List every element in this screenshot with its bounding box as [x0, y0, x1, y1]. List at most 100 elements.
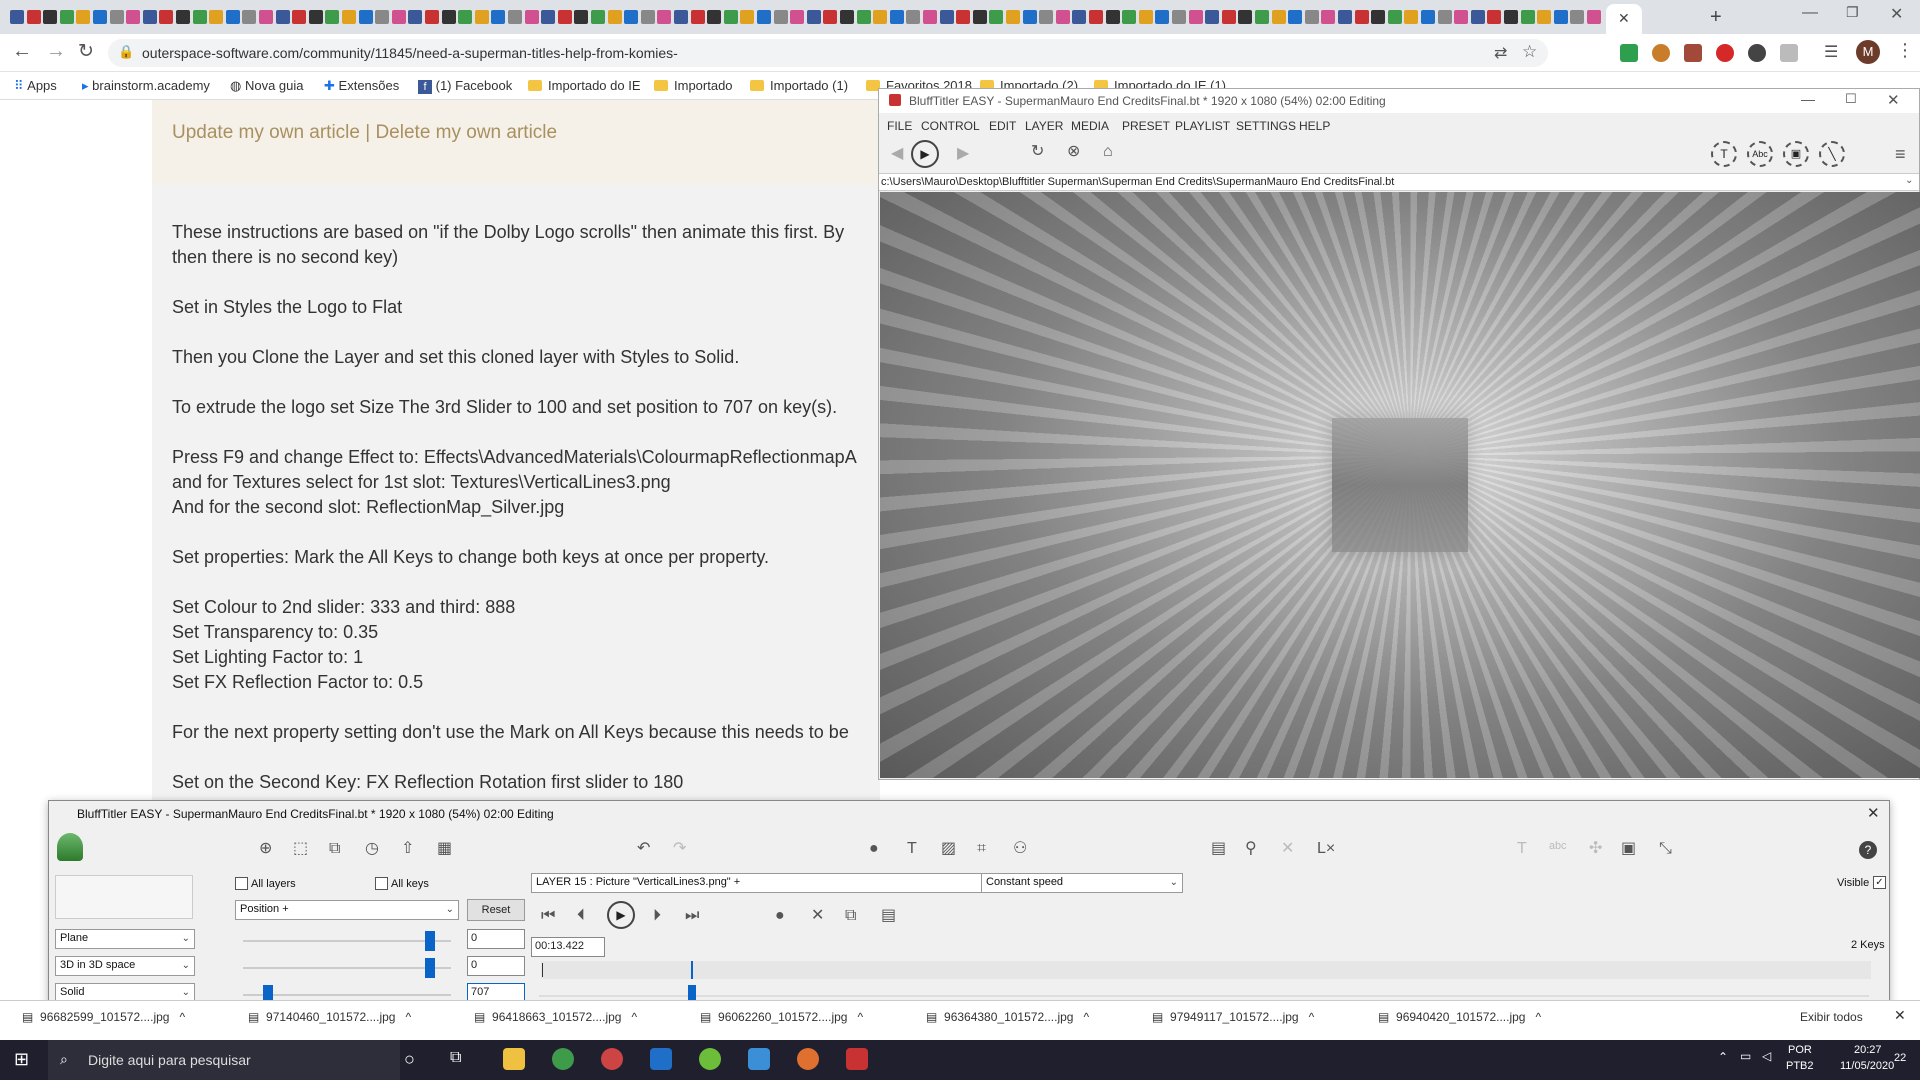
task-view-icon[interactable]: ⧉ — [450, 1049, 461, 1067]
path-icon[interactable]: ⌗ — [977, 841, 986, 857]
chevron-up-icon[interactable]: ^ — [1309, 1010, 1315, 1024]
document-icon[interactable]: ▤ — [1211, 841, 1226, 857]
tab-favicon-icon[interactable] — [1338, 10, 1352, 24]
tab-favicon-icon[interactable] — [1437, 10, 1452, 24]
download-item[interactable]: ▤ 96682599_101572....jpg ^ — [22, 1010, 185, 1024]
preview-canvas[interactable] — [880, 192, 1920, 778]
extension-icon[interactable] — [1652, 44, 1670, 62]
tab-favicon-icon[interactable] — [607, 10, 622, 24]
tab-favicon-icon[interactable] — [26, 10, 41, 24]
bookmark-folder[interactable]: Importado do IE — [528, 78, 641, 93]
tab-favicon-icon[interactable] — [1205, 10, 1220, 24]
photos-icon[interactable] — [748, 1048, 770, 1070]
text-style-icon[interactable]: T — [1517, 841, 1527, 857]
skip-start-icon[interactable]: ⏮ — [541, 908, 555, 924]
extension-icon[interactable] — [1780, 44, 1798, 62]
tab-favicon-icon[interactable] — [823, 10, 838, 24]
tab-favicon-icon[interactable] — [1454, 10, 1469, 24]
maximize-icon[interactable]: ☐ — [1845, 91, 1857, 107]
tab-favicon-icon[interactable] — [674, 10, 688, 24]
download-item[interactable]: ▤ 96364380_101572....jpg ^ — [926, 1010, 1089, 1024]
tab-favicon-icon[interactable] — [508, 10, 522, 24]
extension-icon[interactable] — [1748, 44, 1766, 62]
tab-favicon-icon[interactable] — [358, 10, 373, 24]
effect-tool-icon[interactable]: ╲ — [1819, 141, 1845, 167]
close-icon[interactable]: ✕ — [1887, 91, 1900, 109]
play-icon[interactable]: ▶ — [911, 140, 939, 168]
tab-favicon-icon[interactable] — [1371, 10, 1386, 24]
tab-favicon-icon[interactable] — [1553, 10, 1568, 24]
bookmark-brainstorm[interactable]: ▸ brainstorm.academy — [82, 78, 210, 94]
back-icon[interactable]: ← — [12, 40, 32, 63]
bookmark-star-icon[interactable]: ☆ — [1522, 42, 1537, 62]
tab-favicon-icon[interactable] — [1221, 10, 1236, 24]
chevron-up-icon[interactable]: ^ — [180, 1010, 186, 1024]
outlook-icon[interactable] — [650, 1048, 672, 1070]
file-explorer-icon[interactable] — [503, 1048, 525, 1070]
tab-favicon-icon[interactable] — [1387, 10, 1402, 24]
tab-favicon-icon[interactable] — [989, 10, 1004, 24]
text-icon[interactable]: T — [907, 841, 917, 857]
tab-favicon-icon[interactable] — [1055, 10, 1070, 24]
network-icon[interactable]: ▭ — [1740, 1049, 1751, 1063]
tab-favicon-icon[interactable] — [225, 10, 240, 24]
slider-1-thumb[interactable] — [425, 931, 436, 951]
tab-favicon-icon[interactable] — [939, 10, 954, 24]
step-back-icon[interactable]: ⏴ — [577, 908, 585, 924]
restore-icon[interactable]: ❐ — [1846, 4, 1859, 21]
home-icon[interactable]: ⌂ — [1103, 144, 1113, 160]
reload-icon[interactable]: ↻ — [1031, 144, 1044, 160]
notifications-badge[interactable]: 22 — [1894, 1052, 1906, 1064]
tab-favicon-icon[interactable] — [956, 10, 971, 24]
tab-favicon-icon[interactable] — [524, 10, 539, 24]
particles-icon[interactable]: ⚇ — [1013, 841, 1027, 857]
clock-icon[interactable]: ◷ — [365, 841, 379, 857]
avatar[interactable]: M — [1856, 40, 1880, 64]
tab-favicon-icon[interactable] — [209, 10, 224, 24]
chevron-up-icon[interactable]: ^ — [632, 1010, 638, 1024]
tab-favicon-icon[interactable] — [259, 10, 273, 24]
link-icon[interactable]: ⚲ — [1245, 841, 1257, 857]
download-item[interactable]: ▤ 97949117_101572....jpg ^ — [1152, 1010, 1314, 1024]
tab-favicon-icon[interactable] — [541, 10, 556, 24]
file-path-bar[interactable]: c:\Users\Mauro\Desktop\Blufftitler Super… — [879, 173, 1919, 191]
windows-start-icon[interactable]: ⊞ — [14, 1049, 29, 1070]
tab-favicon-icon[interactable] — [10, 10, 24, 24]
value-field-1[interactable]: 0 — [467, 929, 525, 949]
forward-icon[interactable]: → — [46, 40, 66, 63]
extension-icon[interactable] — [1684, 44, 1702, 62]
tab-favicon-icon[interactable] — [1587, 10, 1601, 24]
prev-icon[interactable]: ◀ — [891, 146, 903, 162]
stop-icon[interactable]: ⊗ — [1067, 144, 1080, 160]
clock-time[interactable]: 20:27 — [1854, 1044, 1882, 1056]
chevron-up-icon[interactable]: ^ — [1084, 1010, 1090, 1024]
tab-favicon-icon[interactable] — [109, 10, 124, 24]
tab-favicon-icon[interactable] — [176, 10, 190, 24]
download-item[interactable]: ▤ 96940420_101572....jpg ^ — [1378, 1010, 1541, 1024]
undo-icon[interactable]: ↶ — [637, 841, 650, 857]
menu-control[interactable]: CONTROL — [921, 119, 980, 133]
tab-favicon-icon[interactable] — [425, 10, 439, 24]
fx-icon[interactable]: ⤡ — [1659, 841, 1672, 857]
tab-favicon-icon[interactable] — [624, 10, 639, 24]
tab-favicon-icon[interactable] — [557, 10, 572, 24]
cortana-icon[interactable]: ○ — [404, 1049, 415, 1070]
all-keys-checkbox[interactable] — [375, 877, 388, 890]
show-all-downloads-button[interactable]: Exibir todos — [1800, 1010, 1863, 1024]
address-bar[interactable]: 🔒 outerspace-software.com/community/1184… — [108, 39, 1548, 67]
close-window-icon[interactable]: ✕ — [1890, 4, 1903, 24]
bookmark-folder[interactable]: Importado — [654, 78, 733, 93]
tab-favicon-icon[interactable] — [1271, 10, 1286, 24]
tab-favicon-icon[interactable] — [458, 10, 473, 24]
tab-favicon-icon[interactable] — [740, 10, 755, 24]
tab-favicon-icon[interactable] — [840, 10, 854, 24]
chrome-icon[interactable] — [552, 1048, 574, 1070]
chevron-up-icon[interactable]: ^ — [1536, 1010, 1542, 1024]
tab-favicon-icon[interactable] — [790, 10, 805, 24]
close-icon[interactable]: ✕ — [1867, 804, 1880, 822]
tab-favicon-icon[interactable] — [1072, 10, 1087, 24]
text-tool-icon[interactable]: T — [1711, 141, 1737, 167]
menu-playlist[interactable]: PLAYLIST — [1175, 119, 1230, 133]
slider-2-track[interactable] — [243, 967, 451, 969]
help-icon[interactable]: ? — [1859, 841, 1877, 859]
